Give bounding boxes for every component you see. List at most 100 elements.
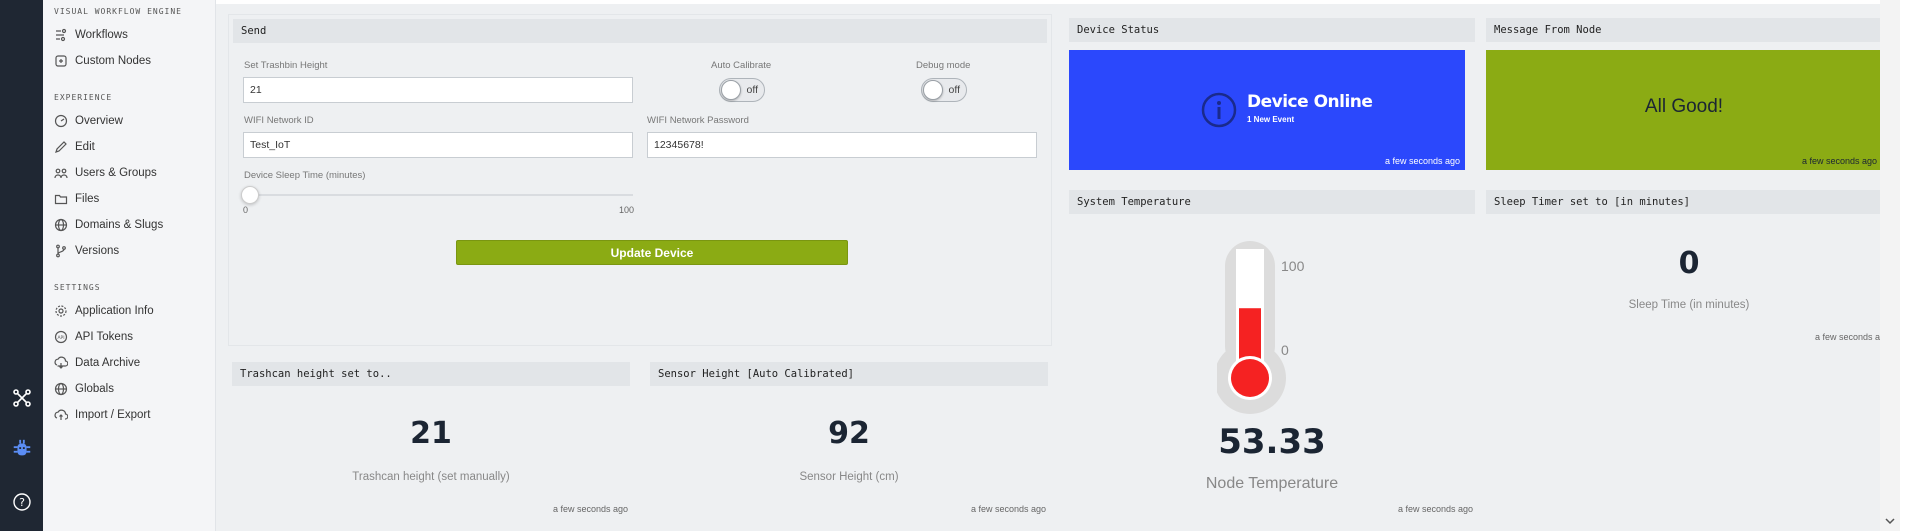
trashbin-height-input[interactable] bbox=[243, 77, 633, 103]
branch-icon bbox=[56, 244, 66, 258]
sidebar-item-label: Application Info bbox=[75, 305, 154, 317]
status-headline: Device Online bbox=[1247, 92, 1373, 112]
sidebar-item-label: Data Archive bbox=[75, 357, 141, 369]
toggle-knob bbox=[923, 80, 943, 100]
sidebar-item-label: Custom Nodes bbox=[75, 55, 152, 67]
overview-icon bbox=[54, 114, 68, 128]
temperature-value: 53.33 bbox=[1218, 422, 1326, 462]
sidebar-section-title: EXPERIENCE bbox=[54, 93, 113, 102]
wifi-password-input[interactable] bbox=[647, 132, 1037, 158]
temperature-timestamp: a few seconds ago bbox=[1397, 504, 1473, 514]
wifi-id-label: WIFI Network ID bbox=[244, 115, 314, 126]
status-subtext: 1 New Event bbox=[1247, 115, 1295, 124]
trashcan-height-caption: Trashcan height (set manually) bbox=[352, 471, 510, 483]
sidebar: VISUAL WORKFLOW ENGINE Workflows Custom … bbox=[43, 0, 216, 531]
device-status-panel: Device Online 1 New Event a few seconds … bbox=[1069, 50, 1465, 170]
toggle-knob bbox=[721, 80, 741, 100]
sleep-time-label: Device Sleep Time (minutes) bbox=[244, 170, 366, 181]
archive-icon bbox=[54, 356, 68, 369]
sensor-height-timestamp: a few seconds ago bbox=[970, 504, 1046, 514]
sidebar-item-label: Edit bbox=[75, 141, 95, 153]
card-title: System Temperature bbox=[1069, 190, 1475, 214]
edit-icon bbox=[55, 141, 67, 153]
card-title: Sensor Height [Auto Calibrated] bbox=[650, 362, 1048, 386]
temperature-card: System Temperature 100 0 53.33 Node Temp… bbox=[1065, 186, 1479, 518]
sleep-time-slider[interactable] bbox=[241, 186, 633, 204]
temperature-caption: Node Temperature bbox=[1205, 475, 1339, 492]
sensor-height-caption: Sensor Height (cm) bbox=[799, 471, 899, 483]
sidebar-section-title: SETTINGS bbox=[54, 283, 101, 292]
custom-nodes-icon bbox=[55, 55, 67, 67]
sleep-timer-card: Sleep Timer set to [in minutes] 0 Sleep … bbox=[1482, 186, 1896, 346]
trashcan-height-value: 21 bbox=[410, 416, 452, 451]
toggle-state-label: off bbox=[746, 84, 758, 96]
sidebar-item-data-archive[interactable]: Data Archive bbox=[54, 353, 209, 373]
sidebar-item-custom-nodes[interactable]: Custom Nodes bbox=[54, 51, 209, 71]
wifi-id-input[interactable] bbox=[243, 132, 633, 158]
sidebar-item-label: Files bbox=[75, 193, 100, 205]
sidebar-item-workflows[interactable]: Workflows bbox=[54, 25, 209, 45]
card-title: Sleep Timer set to [in minutes] bbox=[1486, 190, 1892, 214]
toggle-state-label: off bbox=[948, 84, 960, 96]
sidebar-item-import-export[interactable]: Import / Export bbox=[54, 405, 209, 425]
sidebar-item-versions[interactable]: Versions bbox=[54, 241, 209, 261]
gear-icon bbox=[55, 305, 67, 317]
slider-max-label: 100 bbox=[619, 205, 635, 215]
card-title: Send bbox=[233, 19, 1047, 43]
page-scrollbar[interactable] bbox=[1880, 0, 1900, 531]
update-device-button[interactable]: Update Device bbox=[456, 240, 848, 265]
sidebar-item-label: Workflows bbox=[75, 29, 128, 41]
debug-mode-toggle[interactable]: off bbox=[921, 78, 967, 102]
app-rail: ? bbox=[0, 0, 43, 531]
gauge-max-label: 100 bbox=[1281, 258, 1305, 274]
svg-text:API: API bbox=[57, 335, 64, 341]
help-icon[interactable]: ? bbox=[11, 491, 33, 513]
message-card: Message From Node All Good! a few second… bbox=[1482, 14, 1896, 174]
users-groups-icon bbox=[54, 168, 68, 179]
wifi-password-label: WIFI Network Password bbox=[647, 115, 749, 126]
sidebar-item-edit[interactable]: Edit bbox=[54, 137, 209, 157]
dashboard: Send Set Trashbin Height Auto Calibrate … bbox=[216, 0, 1900, 531]
sensor-height-value: 92 bbox=[828, 416, 870, 451]
globe-icon bbox=[54, 218, 68, 232]
sidebar-item-application-info[interactable]: Application Info bbox=[54, 301, 209, 321]
sidebar-item-files[interactable]: Files bbox=[54, 189, 209, 209]
sidebar-item-label: API Tokens bbox=[75, 331, 133, 343]
message-timestamp: a few seconds ago bbox=[1801, 156, 1877, 166]
workflow-nodes-icon[interactable] bbox=[11, 387, 33, 409]
sidebar-item-api-tokens[interactable]: API API Tokens bbox=[54, 327, 209, 347]
status-timestamp: a few seconds ago bbox=[1384, 156, 1460, 166]
slider-min-label: 0 bbox=[243, 205, 249, 215]
sidebar-item-label: Users & Groups bbox=[75, 167, 157, 179]
sidebar-item-users-groups[interactable]: Users & Groups bbox=[54, 163, 209, 183]
trashcan-height-card: Trashcan height set to.. 21 Trashcan hei… bbox=[228, 358, 634, 518]
send-card: Send Set Trashbin Height Auto Calibrate … bbox=[228, 14, 1052, 346]
trashbin-height-label: Set Trashbin Height bbox=[244, 60, 328, 71]
sidebar-item-label: Overview bbox=[75, 115, 123, 127]
auto-calibrate-label: Auto Calibrate bbox=[711, 60, 772, 71]
sidebar-item-overview[interactable]: Overview bbox=[54, 111, 209, 131]
gauge-min-label: 0 bbox=[1281, 342, 1289, 358]
import-export-icon bbox=[54, 409, 68, 420]
card-title: Message From Node bbox=[1486, 18, 1892, 42]
slider-thumb[interactable] bbox=[241, 186, 259, 204]
sleep-timer-value: 0 bbox=[1678, 246, 1700, 281]
sidebar-item-domains-slugs[interactable]: Domains & Slugs bbox=[54, 215, 209, 235]
message-panel: All Good! a few seconds ago bbox=[1486, 50, 1882, 170]
svg-text:?: ? bbox=[19, 496, 25, 509]
sleep-timer-caption: Sleep Time (in minutes) bbox=[1628, 299, 1750, 311]
card-title: Trashcan height set to.. bbox=[232, 362, 630, 386]
sidebar-item-label: Domains & Slugs bbox=[75, 219, 164, 231]
workflow-icon bbox=[56, 28, 67, 42]
bug-avatar-icon[interactable] bbox=[11, 438, 33, 460]
top-divider bbox=[216, 0, 1880, 4]
sidebar-item-globals[interactable]: Globals bbox=[54, 379, 209, 399]
auto-calibrate-toggle[interactable]: off bbox=[719, 78, 765, 102]
sidebar-item-label: Import / Export bbox=[75, 409, 151, 421]
globe-icon bbox=[54, 382, 68, 396]
debug-mode-label: Debug mode bbox=[916, 60, 971, 71]
trashcan-height-timestamp: a few seconds ago bbox=[552, 504, 628, 514]
sensor-height-card: Sensor Height [Auto Calibrated] 92 Senso… bbox=[646, 358, 1052, 518]
sidebar-section-title: VISUAL WORKFLOW ENGINE bbox=[54, 7, 182, 16]
chevron-down-icon[interactable] bbox=[1885, 518, 1895, 525]
